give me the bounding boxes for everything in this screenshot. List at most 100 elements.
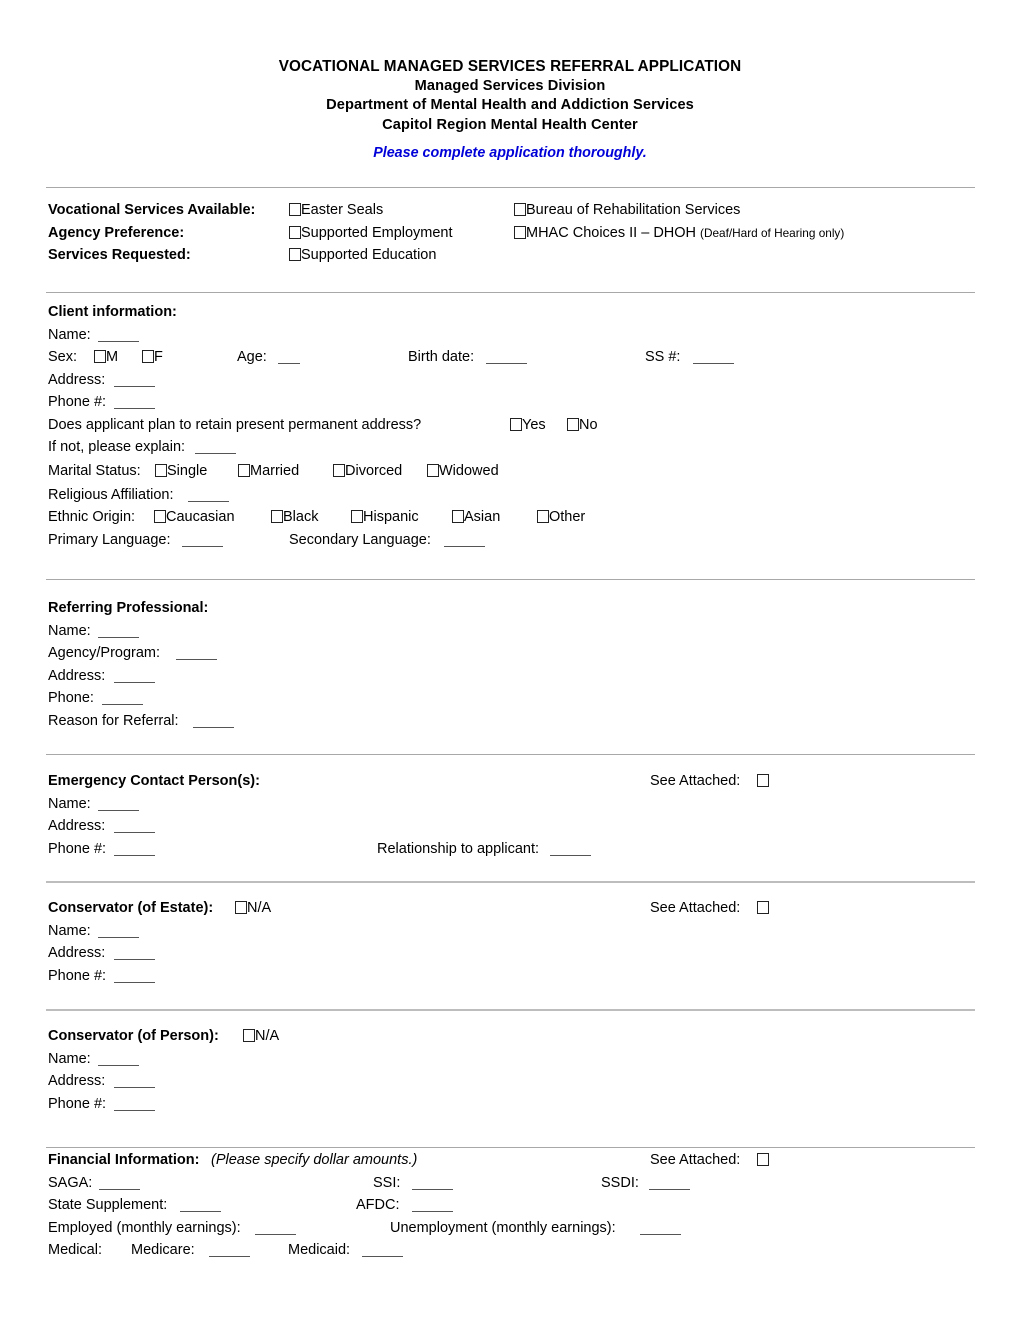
client-phone-input[interactable] xyxy=(114,398,155,409)
employed-input[interactable] xyxy=(255,1224,296,1235)
checkbox-supported-employment[interactable]: Supported Employment xyxy=(289,222,453,245)
checkbox-marital-widowed[interactable]: Widowed xyxy=(427,459,499,484)
emergency-heading-row: Emergency Contact Person(s): See Attache… xyxy=(48,770,980,793)
checkbox-box-icon[interactable] xyxy=(142,350,154,363)
religious-affiliation-input[interactable] xyxy=(188,491,229,502)
conservator-person-phone-input[interactable] xyxy=(114,1100,155,1111)
checkbox-conservator-person-na[interactable]: N/A xyxy=(243,1025,279,1048)
unemployment-input[interactable] xyxy=(640,1224,681,1235)
checkbox-box-icon[interactable] xyxy=(289,225,301,239)
financial-information-heading: Financial Information: xyxy=(48,1152,200,1168)
checkbox-retain-address-yes[interactable]: Yes xyxy=(510,414,546,437)
checkbox-box-icon[interactable] xyxy=(94,350,106,363)
client-religious-affiliation-row: Religious Affiliation: xyxy=(48,484,980,507)
checkbox-box-icon[interactable] xyxy=(452,510,464,523)
checkbox-marital-single[interactable]: Single xyxy=(155,459,207,484)
checkbox-box-icon[interactable] xyxy=(514,225,526,239)
checkbox-box-icon[interactable] xyxy=(333,463,345,477)
checkbox-box-icon[interactable] xyxy=(155,463,167,477)
checkbox-ethnic-hispanic[interactable]: Hispanic xyxy=(351,506,419,529)
emergency-name-input[interactable] xyxy=(98,800,139,811)
conservator-estate-name-row: Name: xyxy=(48,920,980,943)
checkbox-bureau-rehabilitation-services[interactable]: Bureau of Rehabilitation Services xyxy=(514,199,740,222)
emergency-name-row: Name: xyxy=(48,793,980,816)
checkbox-ethnic-caucasian[interactable]: Caucasian xyxy=(154,506,235,529)
checkbox-box-icon[interactable] xyxy=(510,417,522,431)
conservator-person-address-input[interactable] xyxy=(114,1077,155,1088)
afdc-label: AFDC: xyxy=(356,1197,400,1213)
checkbox-box-icon[interactable] xyxy=(154,510,166,523)
conservator-person-name-input[interactable] xyxy=(98,1055,139,1066)
checkbox-ethnic-black[interactable]: Black xyxy=(271,506,318,529)
primary-language-input[interactable] xyxy=(182,536,223,547)
checkbox-box-icon[interactable] xyxy=(235,901,247,914)
client-age-input[interactable] xyxy=(278,353,300,364)
client-ss-input[interactable] xyxy=(693,353,734,364)
checkbox-label: N/A xyxy=(255,1028,280,1044)
referring-professional-section: Referring Professional: Name: Agency/Pro… xyxy=(48,597,980,732)
client-birth-date-label: Birth date: xyxy=(408,349,475,365)
client-name-input[interactable] xyxy=(98,331,139,342)
checkbox-box-icon[interactable] xyxy=(514,203,526,216)
checkbox-box-icon[interactable] xyxy=(757,901,769,914)
divider-top xyxy=(46,187,975,189)
checkbox-label: Bureau of Rehabilitation Services xyxy=(526,202,741,218)
client-languages-row: Primary Language: Secondary Language: xyxy=(48,529,980,552)
referring-reason-input[interactable] xyxy=(193,717,234,728)
checkbox-box-icon[interactable] xyxy=(243,1029,255,1042)
checkbox-box-icon[interactable] xyxy=(757,774,769,787)
conservator-estate-section: Conservator (of Estate): N/A See Attache… xyxy=(48,897,980,987)
emergency-relationship-input[interactable] xyxy=(550,845,591,856)
checkbox-easter-seals[interactable]: Easter Seals xyxy=(289,199,383,222)
document-page: VOCATIONAL MANAGED SERVICES REFERRAL APP… xyxy=(0,0,1020,1320)
checkbox-box-icon[interactable] xyxy=(567,417,579,431)
checkbox-box-icon[interactable] xyxy=(289,203,301,216)
checkbox-conservator-estate-na[interactable]: N/A xyxy=(235,897,271,920)
checkbox-box-icon[interactable] xyxy=(238,463,250,477)
checkbox-emergency-see-attached[interactable] xyxy=(757,770,769,793)
referring-name-input[interactable] xyxy=(98,627,139,638)
financial-heading-row: Financial Information: (Please specify d… xyxy=(48,1149,980,1172)
ssi-input[interactable] xyxy=(412,1179,453,1190)
saga-label: SAGA: xyxy=(48,1174,93,1191)
afdc-input[interactable] xyxy=(412,1201,453,1212)
if-not-explain-label: If not, please explain: xyxy=(48,439,186,455)
client-address-input[interactable] xyxy=(114,376,155,387)
agency-preference-row: Agency Preference: Supported Employment … xyxy=(48,222,980,245)
referring-phone-input[interactable] xyxy=(102,694,143,705)
checkbox-retain-address-no[interactable]: No xyxy=(567,414,598,437)
emergency-address-input[interactable] xyxy=(114,822,155,833)
checkbox-box-icon[interactable] xyxy=(427,463,439,477)
checkbox-supported-education[interactable]: Supported Education xyxy=(289,244,436,267)
secondary-language-input[interactable] xyxy=(444,536,485,547)
checkbox-conservator-estate-see-attached[interactable] xyxy=(757,897,769,920)
checkbox-box-icon[interactable] xyxy=(757,1153,769,1166)
state-supplement-input[interactable] xyxy=(180,1201,221,1212)
emergency-phone-input[interactable] xyxy=(114,845,155,856)
checkbox-ethnic-asian[interactable]: Asian xyxy=(452,506,500,529)
checkbox-mhac-choices-ii-dhoh[interactable]: MHAC Choices II – DHOH (Deaf/Hard of Hear… xyxy=(514,222,844,245)
checkbox-marital-divorced[interactable]: Divorced xyxy=(333,459,402,484)
saga-input[interactable] xyxy=(99,1179,140,1190)
checkbox-sex-male[interactable]: M xyxy=(94,346,118,369)
checkbox-box-icon[interactable] xyxy=(351,510,363,523)
conservator-estate-name-input[interactable] xyxy=(98,927,139,938)
checkbox-ethnic-other[interactable]: Other xyxy=(537,506,585,529)
checkbox-marital-married[interactable]: Married xyxy=(238,459,299,484)
referring-phone-label: Phone: xyxy=(48,690,94,706)
if-not-explain-input[interactable] xyxy=(195,443,236,454)
checkbox-sex-female[interactable]: F xyxy=(142,346,163,369)
referring-address-input[interactable] xyxy=(114,672,155,683)
conservator-person-phone-label: Phone #: xyxy=(48,1095,107,1112)
medicare-input[interactable] xyxy=(209,1246,250,1257)
checkbox-box-icon[interactable] xyxy=(289,248,301,261)
conservator-estate-phone-input[interactable] xyxy=(114,972,155,983)
checkbox-box-icon[interactable] xyxy=(537,510,549,523)
client-birth-date-input[interactable] xyxy=(486,353,527,364)
conservator-estate-address-input[interactable] xyxy=(114,949,155,960)
referring-agency-input[interactable] xyxy=(176,649,217,660)
checkbox-box-icon[interactable] xyxy=(271,510,283,523)
checkbox-financial-see-attached[interactable] xyxy=(757,1149,769,1172)
medicaid-input[interactable] xyxy=(362,1246,403,1257)
ssdi-input[interactable] xyxy=(649,1179,690,1190)
